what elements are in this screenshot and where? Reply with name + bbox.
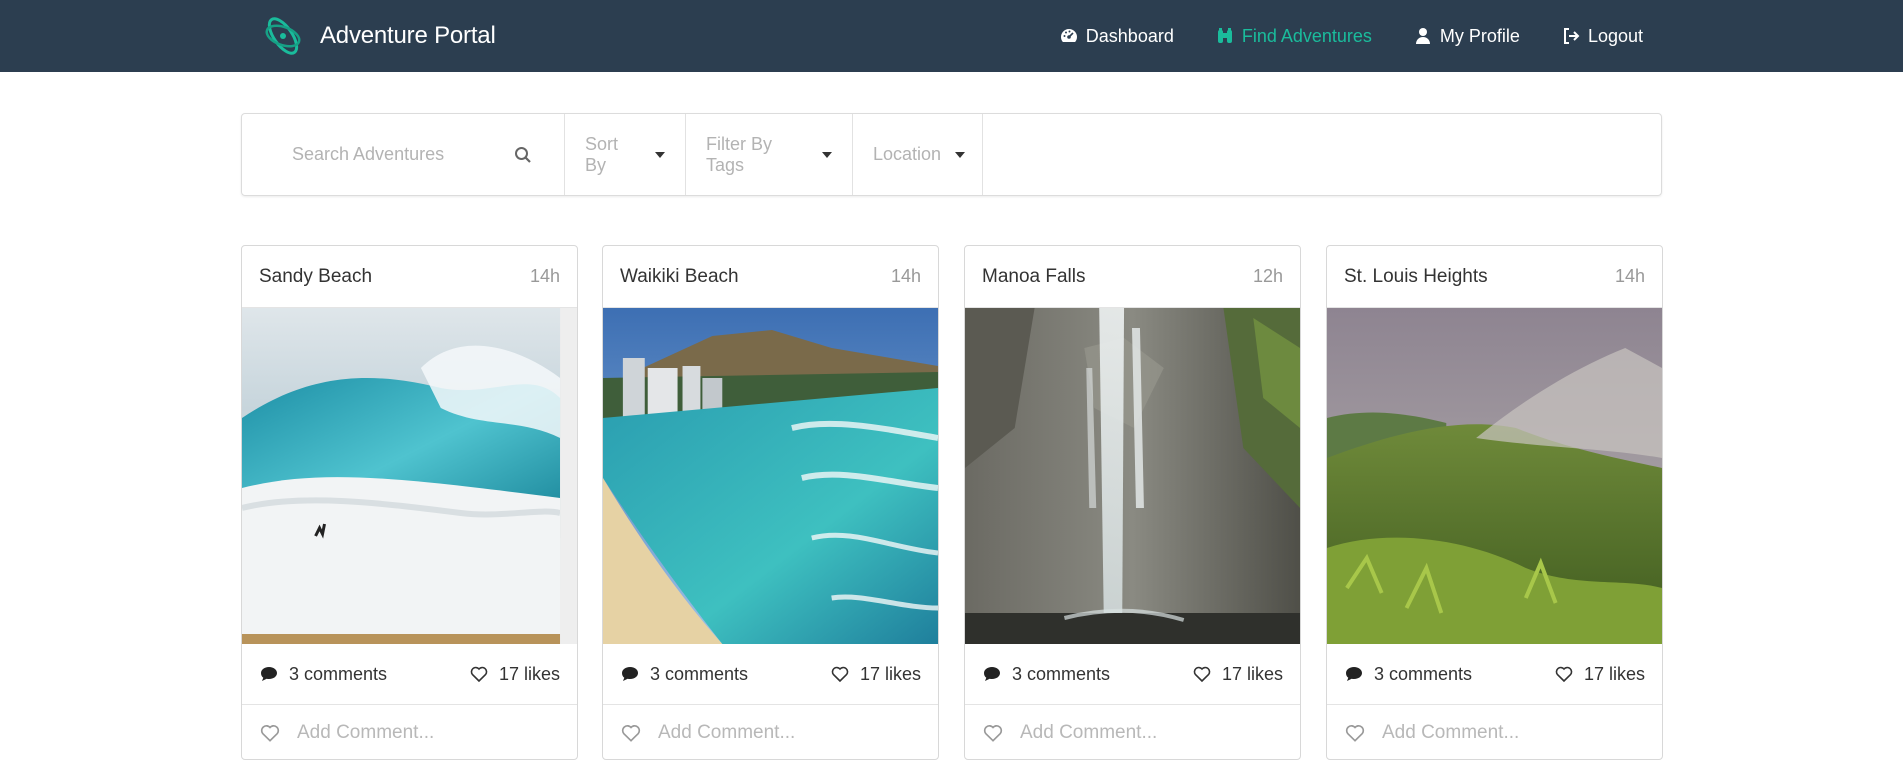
add-comment-input[interactable] <box>1020 721 1280 744</box>
nav-label: Logout <box>1587 25 1643 46</box>
sort-by-dropdown[interactable]: Sort By <box>565 114 686 195</box>
logout-icon <box>1563 28 1580 44</box>
card-stats: 3 comments 17 likes <box>603 644 938 705</box>
heart-icon[interactable] <box>620 722 642 744</box>
nav-find-adventures[interactable]: Find Adventures <box>1216 26 1372 47</box>
search-input[interactable] <box>292 144 502 165</box>
brand[interactable]: Adventure Portal <box>260 12 496 60</box>
card-photo-wave[interactable] <box>242 308 577 644</box>
adventure-card[interactable]: Sandy Beach 14h 3 comments 17 likes Add … <box>241 245 578 760</box>
add-comment-row <box>1327 705 1662 759</box>
adventure-card[interactable]: Waikiki Beach 14h 3 comments 17 likes Ad… <box>602 245 939 760</box>
likes-count: 17 likes <box>1583 663 1645 684</box>
card-title[interactable]: St. Louis Heights <box>1344 266 1488 288</box>
nav-label: Dashboard <box>1085 25 1174 46</box>
comment-icon <box>984 667 1000 681</box>
comments-count: 3 comments <box>289 663 388 684</box>
comments-count: 3 comments <box>1012 663 1111 684</box>
dashboard-icon <box>1060 29 1077 42</box>
card-stats: 3 comments 17 likes <box>242 644 577 705</box>
card-time: 14h <box>1614 266 1645 286</box>
filter-by-tags-dropdown[interactable]: Filter By Tags <box>686 114 853 195</box>
comments-count: 3 comments <box>650 663 749 684</box>
nav-my-profile[interactable]: My Profile <box>1414 26 1520 47</box>
card-header: St. Louis Heights 14h <box>1327 246 1662 308</box>
caret-down-icon <box>655 151 665 158</box>
add-comment-row <box>965 705 1300 759</box>
location-dropdown[interactable]: Location <box>853 114 983 195</box>
likes-link[interactable]: 17 likes <box>1554 664 1645 685</box>
card-stats: 3 comments 17 likes <box>965 644 1300 705</box>
main-nav: Dashboard Find Adventures My Profile Log… <box>1060 0 1643 72</box>
add-comment-row <box>242 705 577 759</box>
comments-count: 3 comments <box>1374 663 1473 684</box>
sort-by-label: Sort By <box>585 133 619 175</box>
filter-by-tags-label: Filter By Tags <box>706 133 773 175</box>
card-stats: 3 comments 17 likes <box>1327 644 1662 705</box>
card-header: Sandy Beach 14h <box>242 246 577 308</box>
likes-count: 17 likes <box>1221 663 1283 684</box>
heart-icon <box>1555 666 1573 683</box>
card-time: 14h <box>529 266 560 286</box>
card-title[interactable]: Waikiki Beach <box>620 266 739 288</box>
search-box <box>242 114 565 195</box>
heart-icon[interactable] <box>982 722 1004 744</box>
add-comment-input[interactable] <box>297 721 557 744</box>
comments-link[interactable]: 3 comments <box>259 664 387 685</box>
likes-link[interactable]: 17 likes <box>1192 664 1283 685</box>
likes-link[interactable]: 17 likes <box>830 664 921 685</box>
likes-link[interactable]: 17 likes <box>469 664 560 685</box>
heart-icon[interactable] <box>259 722 281 744</box>
card-header: Manoa Falls 12h <box>965 246 1300 308</box>
adventure-card[interactable]: St. Louis Heights 14h 3 comments 17 like… <box>1326 245 1663 760</box>
card-title[interactable]: Sandy Beach <box>259 266 372 288</box>
comments-link[interactable]: 3 comments <box>982 664 1110 685</box>
comment-icon <box>261 667 277 681</box>
likes-count: 17 likes <box>859 663 921 684</box>
location-label: Location <box>873 144 942 164</box>
caret-down-icon <box>822 151 832 158</box>
top-navbar: Adventure Portal Dashboard Find Adventur… <box>0 0 1903 72</box>
caret-down-icon <box>955 151 966 158</box>
card-photo-beach[interactable] <box>603 308 938 644</box>
nav-label: My Profile <box>1439 25 1520 46</box>
add-comment-input[interactable] <box>1382 721 1642 744</box>
card-photo-ridge[interactable] <box>1327 308 1662 644</box>
brand-name: Adventure Portal <box>320 22 496 49</box>
comment-icon <box>1346 667 1362 681</box>
orbit-logo-icon <box>265 17 301 55</box>
adventure-card[interactable]: Manoa Falls 12h 3 comments 17 likes Add … <box>964 245 1301 760</box>
user-icon <box>1415 28 1430 44</box>
heart-icon <box>1193 666 1211 683</box>
comment-icon <box>622 667 638 681</box>
add-comment-row <box>603 705 938 759</box>
search-icon[interactable] <box>514 146 532 164</box>
heart-icon[interactable] <box>1344 722 1366 744</box>
card-header: Waikiki Beach 14h <box>603 246 938 308</box>
nav-dashboard[interactable]: Dashboard <box>1060 26 1174 47</box>
card-title[interactable]: Manoa Falls <box>982 266 1086 288</box>
heart-icon <box>470 666 488 683</box>
add-comment-input[interactable] <box>658 721 918 744</box>
comments-link[interactable]: 3 comments <box>1344 664 1472 685</box>
nav-logout[interactable]: Logout <box>1562 26 1643 47</box>
card-time: 14h <box>890 266 921 286</box>
filter-bar: Sort By Filter By Tags Location <box>241 113 1662 196</box>
heart-icon <box>831 666 849 683</box>
likes-count: 17 likes <box>498 663 560 684</box>
nav-label: Find Adventures <box>1241 25 1372 46</box>
card-time: 12h <box>1252 266 1283 286</box>
binoculars-icon <box>1217 28 1232 43</box>
card-photo-waterfall[interactable] <box>965 308 1300 644</box>
comments-link[interactable]: 3 comments <box>620 664 748 685</box>
